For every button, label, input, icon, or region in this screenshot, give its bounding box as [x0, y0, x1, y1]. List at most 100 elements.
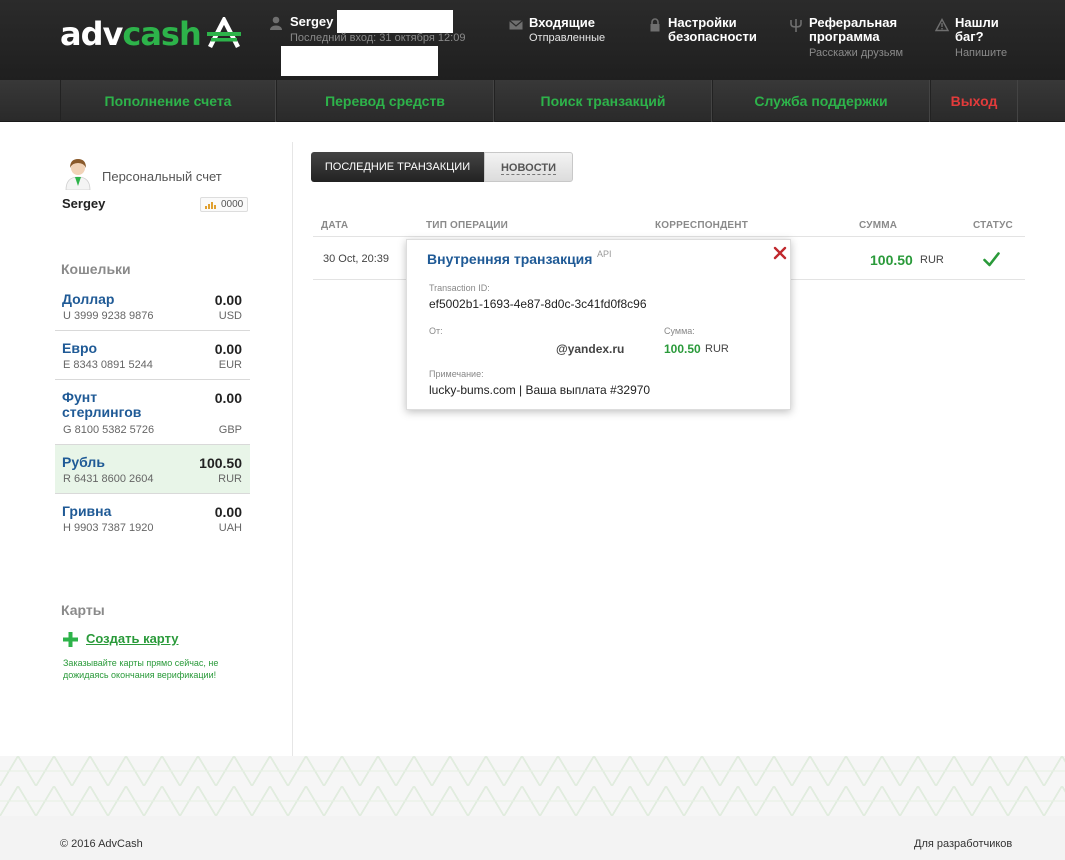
- nav-item-support[interactable]: Служба поддержки: [712, 80, 930, 122]
- bug-label-1[interactable]: Нашли: [955, 16, 999, 30]
- sum-currency: RUR: [705, 343, 729, 355]
- tx-id-label: Transaction ID:: [429, 283, 490, 293]
- wallet-number: R 6431 8600 2604: [63, 473, 154, 485]
- developers-link[interactable]: Для разработчиков: [914, 838, 1012, 850]
- wallet-name[interactable]: Евро: [62, 341, 97, 356]
- nav-item-deposit[interactable]: Пополнение счета: [60, 80, 276, 122]
- col-header-correspondent: КОРРЕСПОНДЕНТ: [655, 220, 749, 231]
- wallet-uah[interactable]: Гривна 0.00 H 9903 7387 1920 UAH: [55, 494, 250, 541]
- bug-label-2[interactable]: баг?: [955, 30, 984, 44]
- decorative-pattern: [0, 756, 1065, 816]
- logo-a-icon: [206, 17, 241, 49]
- sum-value: 100.50: [664, 342, 701, 356]
- wallet-name[interactable]: Доллар: [62, 292, 114, 307]
- sent-label[interactable]: Отправленные: [529, 32, 605, 44]
- bars-icon: [205, 202, 216, 209]
- api-badge: API: [597, 249, 612, 259]
- wallet-number: U 3999 9238 9876: [63, 310, 154, 322]
- wallets-title: Кошельки: [61, 261, 131, 277]
- wallet-currency: EUR: [218, 359, 242, 371]
- col-header-type: ТИП ОПЕРАЦИИ: [426, 220, 508, 231]
- account-badge-value: 0000: [221, 199, 244, 210]
- envelope-icon: [509, 20, 523, 30]
- transaction-details-popup: Внутренняя транзакция API Transaction ID…: [406, 239, 791, 410]
- lock-icon: [650, 18, 660, 32]
- footer: [0, 816, 1065, 860]
- from-value: @yandex.ru: [556, 342, 625, 356]
- cards-title: Карты: [61, 602, 105, 618]
- row-currency: RUR: [920, 254, 944, 266]
- user-icon: [270, 16, 282, 30]
- wallet-currency: GBP: [218, 424, 242, 436]
- logo-part-cash: cash: [122, 15, 201, 53]
- wallet-currency: UAH: [218, 522, 242, 534]
- wallet-number: H 9903 7387 1920: [63, 522, 154, 534]
- account-level-badge: 0000: [200, 197, 248, 212]
- col-header-status: СТАТУС: [973, 220, 1013, 231]
- referral-sub[interactable]: Расскажи друзьям: [809, 47, 903, 59]
- security-label-1[interactable]: Настройки: [668, 16, 737, 30]
- col-header-amount: СУММА: [859, 220, 898, 231]
- cards-note: Заказывайте карты прямо сейчас, не дожид…: [63, 658, 219, 680]
- inbox-label[interactable]: Входящие: [529, 16, 595, 30]
- note-value: lucky-bums.com | Ваша выплата #32970: [429, 383, 651, 397]
- create-card-link[interactable]: Создать карту: [86, 631, 179, 646]
- wallet-gbp[interactable]: Фунт стерлингов 0.00 G 8100 5382 5726 GBP: [55, 380, 250, 445]
- row-date: 30 Oct, 20:39: [323, 253, 390, 265]
- plus-icon: [63, 632, 78, 647]
- from-label: От:: [429, 326, 443, 336]
- last-login: Последний вход: 31 октября 12:09: [290, 32, 466, 44]
- table-header-divider: [313, 236, 1025, 237]
- close-icon[interactable]: [773, 246, 787, 260]
- pattern-svg: [0, 756, 1065, 816]
- wallet-number: G 8100 5382 5726: [63, 424, 155, 436]
- wallet-usd[interactable]: Доллар 0.00 U 3999 9238 9876 USD: [55, 282, 250, 331]
- security-label-2[interactable]: безопасности: [668, 30, 757, 44]
- nav-item-search-transactions[interactable]: Поиск транзакций: [494, 80, 712, 122]
- wallet-name-line1[interactable]: Фунт: [62, 389, 97, 405]
- referral-label-2[interactable]: программа: [809, 30, 880, 44]
- tab-recent-transactions[interactable]: ПОСЛЕДНИЕ ТРАНЗАКЦИИ: [311, 152, 484, 182]
- wallet-eur[interactable]: Евро 0.00 E 8343 0891 5244 EUR: [55, 331, 250, 380]
- nav-item-transfer[interactable]: Перевод средств: [276, 80, 494, 122]
- nav-item-logout[interactable]: Выход: [930, 80, 1018, 122]
- wallet-name[interactable]: Фунт стерлингов: [62, 390, 141, 420]
- wallet-amount: 0.00: [214, 341, 242, 357]
- wallet-name-line2[interactable]: стерлингов: [62, 404, 141, 420]
- tab-news-label[interactable]: НОВОСТИ: [500, 162, 557, 175]
- wallet-rur[interactable]: Рубль 100.50 R 6431 8600 2604 RUR: [55, 445, 250, 494]
- avatar: [65, 159, 91, 190]
- account-user-name: Sergey: [62, 196, 106, 211]
- bug-sub[interactable]: Напишите: [955, 47, 1007, 59]
- popup-title: Внутренняя транзакция: [427, 251, 593, 267]
- logo-part-adv: adv: [60, 15, 123, 53]
- wallet-amount: 0.00: [214, 504, 242, 520]
- main-nav: Пополнение счета Перевод средств Поиск т…: [0, 80, 1065, 122]
- wallet-currency: RUR: [218, 473, 242, 485]
- logo-text: advcash: [60, 15, 202, 53]
- copyright: © 2016 AdvCash: [60, 838, 143, 850]
- top-header: advcash Sergey Последний вход: 31 октябр…: [0, 0, 1065, 80]
- redacted-field: [337, 10, 453, 33]
- warning-icon: [935, 18, 949, 32]
- wallet-name[interactable]: Рубль: [62, 455, 105, 470]
- referral-label-1[interactable]: Реферальная: [809, 16, 897, 30]
- user-name[interactable]: Sergey: [290, 14, 333, 29]
- redacted-field: [281, 46, 438, 76]
- tab-news[interactable]: НОВОСТИ: [484, 152, 573, 182]
- account-type-label: Персональный счет: [102, 169, 222, 184]
- wallet-currency: USD: [218, 310, 242, 322]
- tx-id-value: ef5002b1-1693-4e87-8d0c-3c41fd0f8c96: [429, 297, 647, 311]
- note-label: Примечание:: [429, 369, 484, 379]
- wallet-amount: 0.00: [214, 292, 242, 308]
- check-icon: [983, 252, 1000, 267]
- advcash-logo[interactable]: advcash: [60, 14, 241, 54]
- wallet-number: E 8343 0891 5244: [63, 359, 153, 371]
- wallet-name[interactable]: Гривна: [62, 504, 111, 519]
- sidebar-divider: [292, 142, 293, 756]
- col-header-date: ДАТА: [321, 220, 349, 231]
- row-amount: 100.50: [870, 252, 913, 268]
- wallet-amount: 0.00: [214, 390, 242, 406]
- trident-icon: [790, 19, 802, 32]
- sum-label: Сумма:: [664, 326, 695, 336]
